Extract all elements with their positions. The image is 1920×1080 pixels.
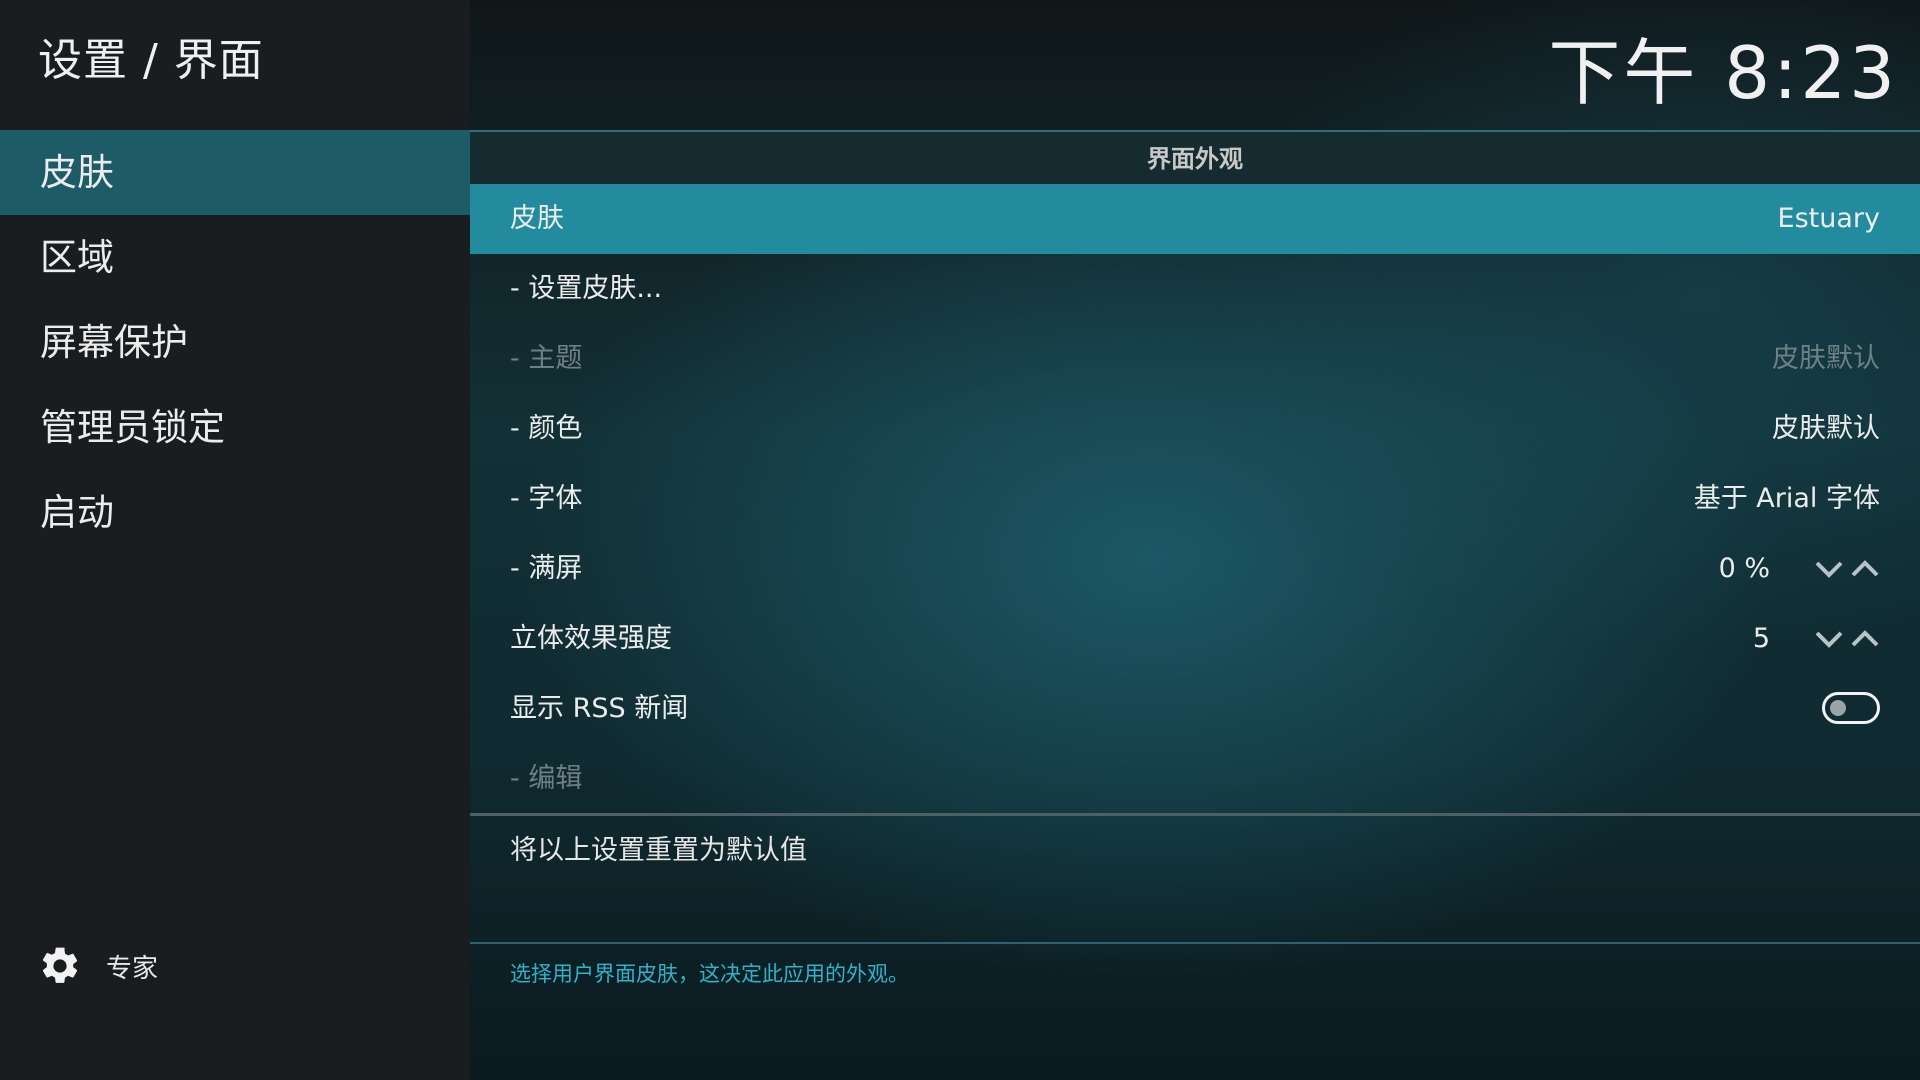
setting-label: 显示 RSS 新闻 <box>510 693 689 724</box>
settings-list: 皮肤 Estuary - 设置皮肤... - 主题 皮肤默认 - 颜色 皮肤默认… <box>470 184 1920 814</box>
setting-show-rss[interactable]: 显示 RSS 新闻 <box>470 674 1920 744</box>
setting-fonts[interactable]: - 字体 基于 Arial 字体 <box>470 464 1920 534</box>
rss-toggle[interactable] <box>1822 692 1880 724</box>
settings-level-button[interactable]: 专家 <box>38 942 158 990</box>
sidebar-list: 皮肤 区域 屏幕保护 管理员锁定 启动 <box>0 130 470 555</box>
clock: 下午 8:23 <box>1548 31 1898 115</box>
settings-level-label: 专家 <box>106 953 159 984</box>
chevron-up-icon[interactable] <box>1850 556 1880 582</box>
setting-skin[interactable]: 皮肤 Estuary <box>470 184 1920 254</box>
setting-edit-rss: - 编辑 <box>470 744 1920 814</box>
divider-bottom <box>470 942 1920 944</box>
setting-label: - 编辑 <box>510 763 583 794</box>
help-text: 选择用户界面皮肤，这决定此应用的外观。 <box>510 962 909 986</box>
sidebar-item-startup[interactable]: 启动 <box>0 470 470 555</box>
sidebar: 设置 / 界面 皮肤 区域 屏幕保护 管理员锁定 启动 专家 <box>0 0 470 1080</box>
setting-zoom[interactable]: - 满屏 0 % <box>470 534 1920 604</box>
chevron-down-icon[interactable] <box>1814 556 1844 582</box>
sidebar-item-master-lock[interactable]: 管理员锁定 <box>0 385 470 470</box>
gear-icon <box>42 947 78 983</box>
settings-panel: 界面外观 皮肤 Estuary - 设置皮肤... - 主题 皮肤默认 - 颜色… <box>470 130 1920 1080</box>
setting-label: 皮肤 <box>510 203 564 234</box>
sidebar-item-screensaver[interactable]: 屏幕保护 <box>0 300 470 385</box>
setting-value: 皮肤默认 <box>1772 413 1880 444</box>
setting-label: - 满屏 <box>510 553 583 584</box>
sidebar-item-skin[interactable]: 皮肤 <box>0 130 470 215</box>
setting-theme: - 主题 皮肤默认 <box>470 324 1920 394</box>
spinner <box>1814 556 1880 582</box>
page-title: 设置 / 界面 <box>38 35 264 86</box>
setting-label: - 设置皮肤... <box>510 273 663 304</box>
setting-label: - 颜色 <box>510 413 583 444</box>
setting-value: 皮肤默认 <box>1772 343 1880 374</box>
reset-defaults-button[interactable]: 将以上设置重置为默认值 <box>470 816 1920 886</box>
group-header: 界面外观 <box>470 132 1920 184</box>
chevron-up-icon[interactable] <box>1850 626 1880 652</box>
spinner <box>1814 626 1880 652</box>
setting-colors[interactable]: - 颜色 皮肤默认 <box>470 394 1920 464</box>
sidebar-item-regional[interactable]: 区域 <box>0 215 470 300</box>
toggle-knob <box>1830 700 1846 716</box>
reset-label: 将以上设置重置为默认值 <box>510 835 807 866</box>
setting-label: - 字体 <box>510 483 583 514</box>
setting-label: 立体效果强度 <box>510 623 672 654</box>
setting-value: 0 % <box>1718 553 1770 584</box>
chevron-down-icon[interactable] <box>1814 626 1844 652</box>
setting-configure-skin[interactable]: - 设置皮肤... <box>470 254 1920 324</box>
setting-value: 5 <box>1752 623 1770 654</box>
setting-value: Estuary <box>1777 203 1880 234</box>
setting-value: 基于 Arial 字体 <box>1693 483 1880 514</box>
setting-stereo-strength[interactable]: 立体效果强度 5 <box>470 604 1920 674</box>
setting-label: - 主题 <box>510 343 583 374</box>
